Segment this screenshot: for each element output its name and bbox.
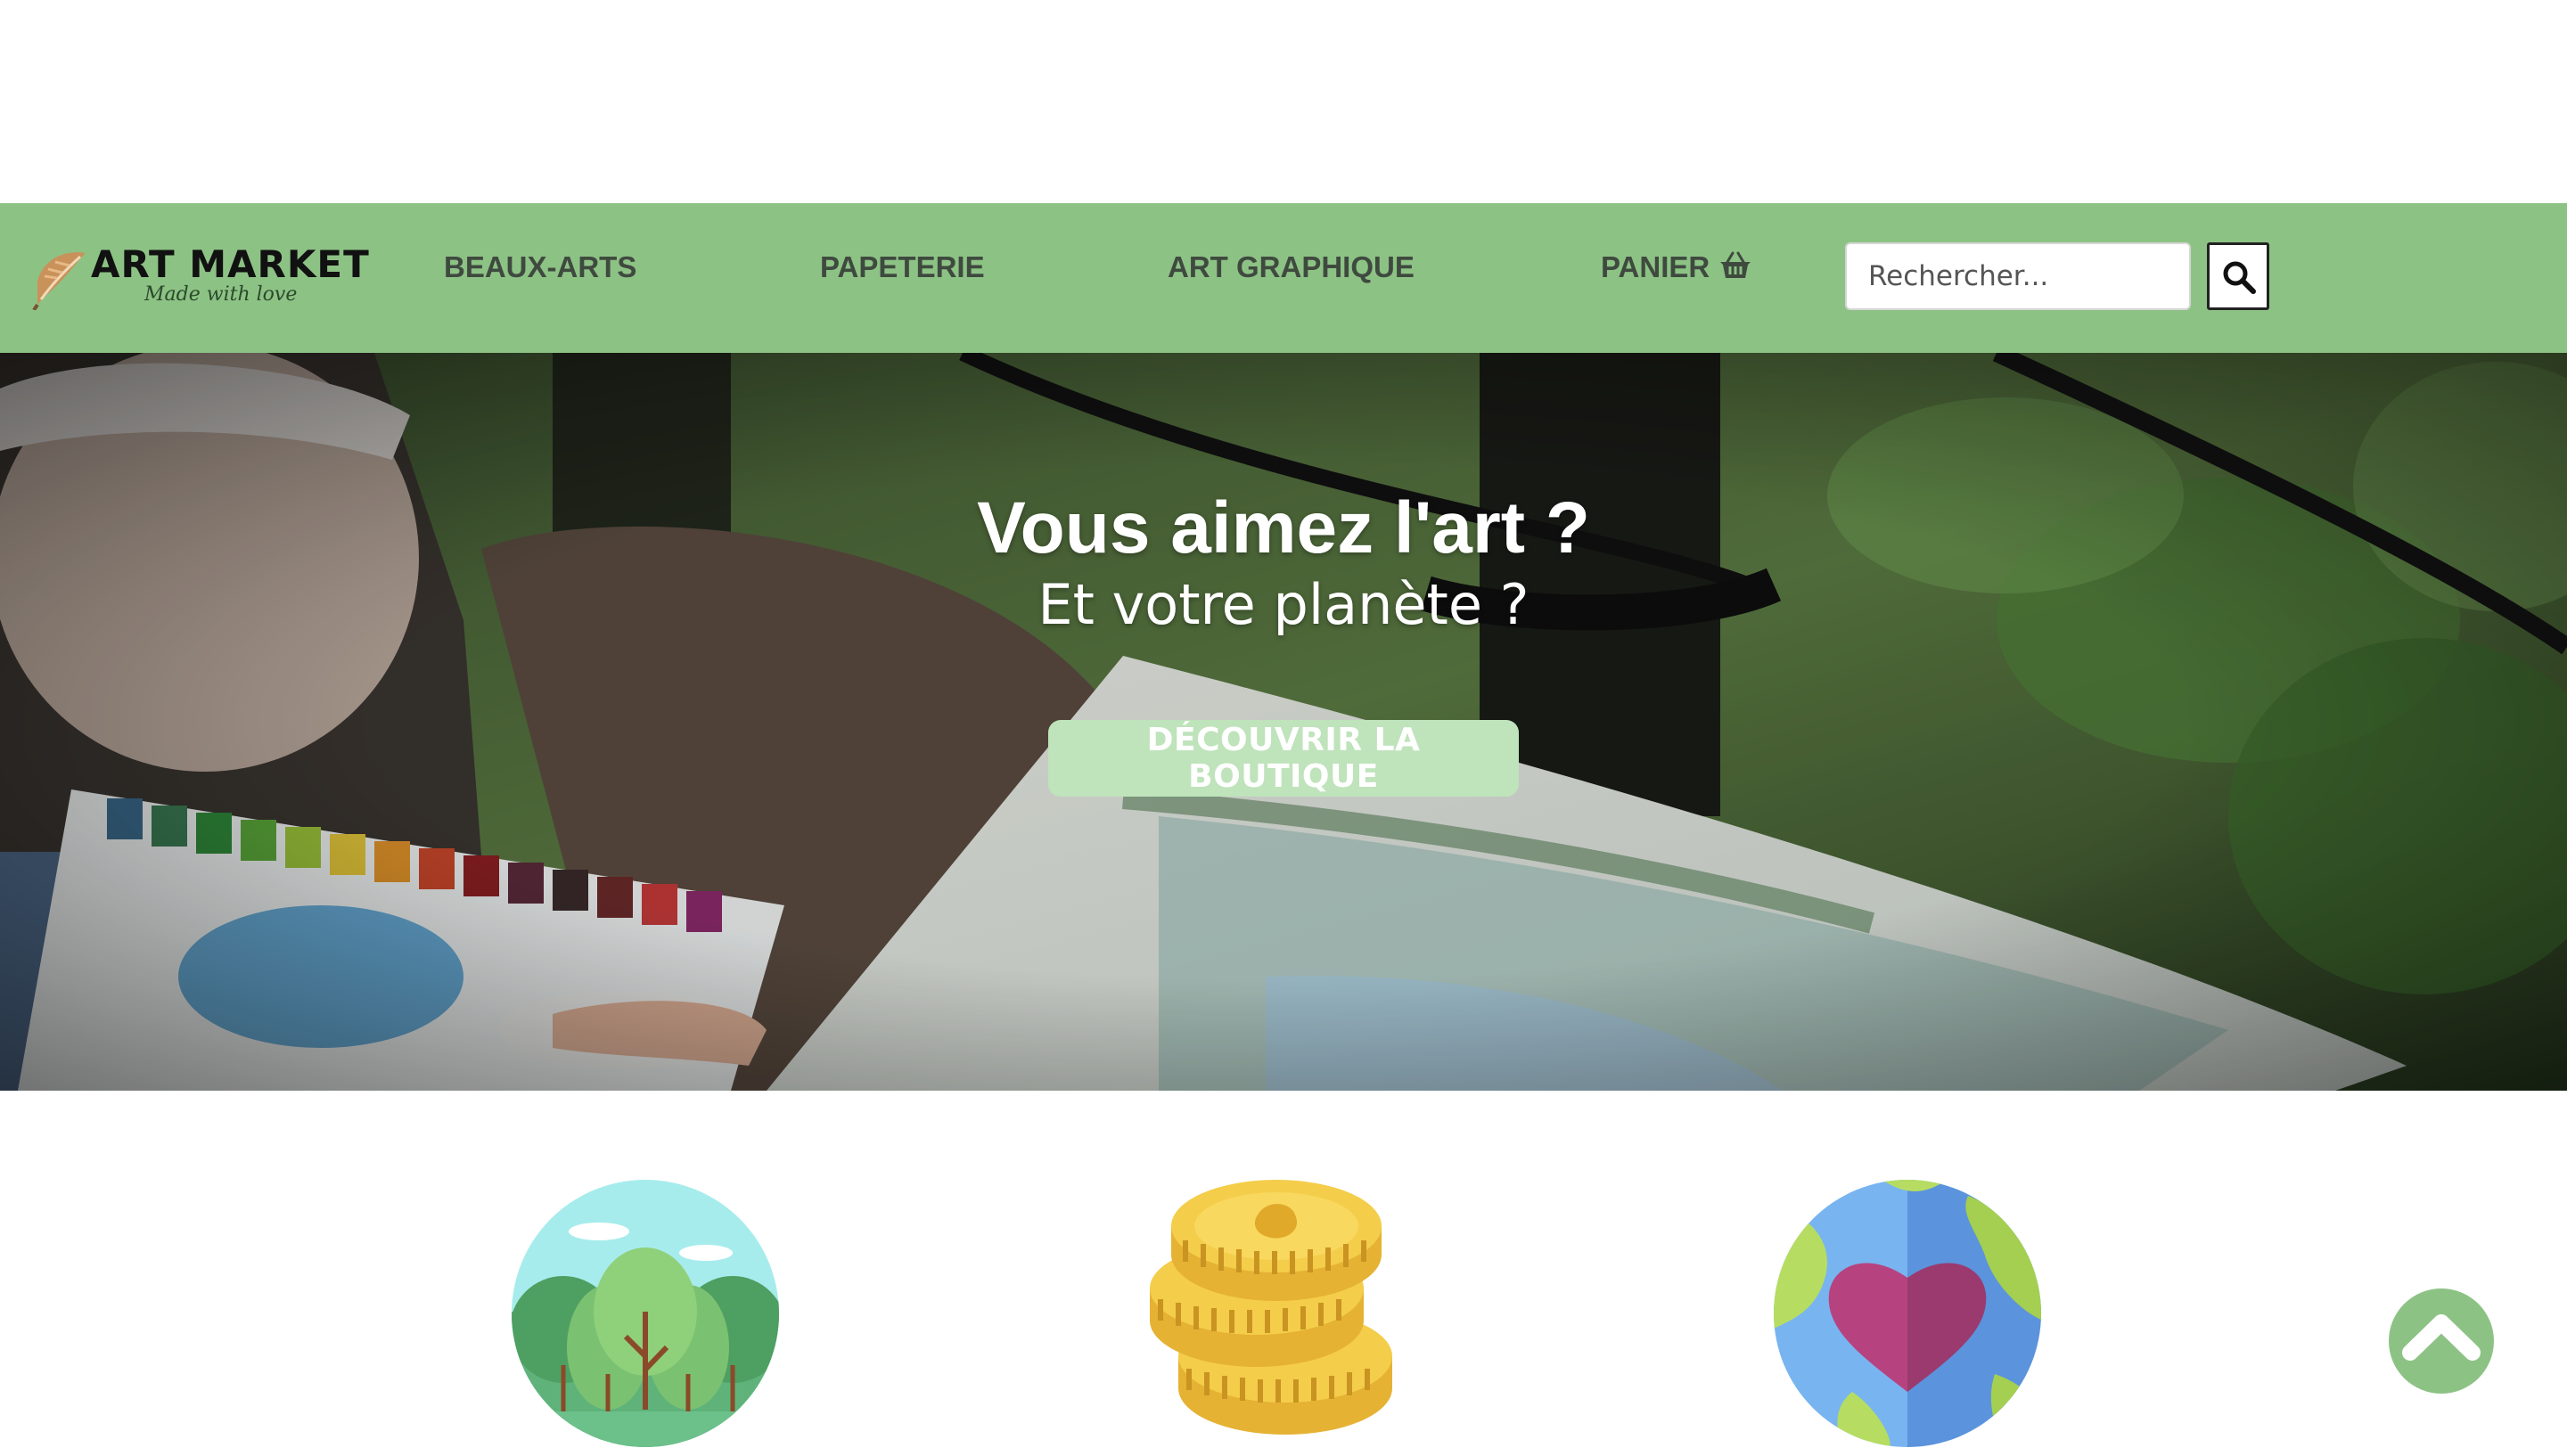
coins-icon <box>1150 1180 1392 1435</box>
hero-banner: Vous aimez l'art ? Et votre planète ? DÉ… <box>0 353 2567 1091</box>
forest-icon <box>512 1180 779 1447</box>
hero-subtitle: Et votre planète ? <box>1037 572 1530 637</box>
feature-heart-earth <box>1772 1178 2043 1449</box>
feature-forest <box>510 1178 781 1449</box>
search-button[interactable] <box>2207 242 2269 310</box>
brand-name: ART MARKET <box>91 242 370 286</box>
search-input[interactable] <box>1845 242 2191 310</box>
basket-icon <box>1720 251 1751 278</box>
heart-earth-icon <box>1774 1180 2041 1447</box>
feather-icon <box>32 252 86 310</box>
nav-art-graphique[interactable]: ART GRAPHIQUE <box>1168 203 1415 353</box>
nav-papeterie[interactable]: PAPETERIE <box>820 203 985 353</box>
nav-panier[interactable]: PANIER <box>1601 203 1752 353</box>
hero-title: Vous aimez l'art ? <box>977 487 1590 568</box>
brand-tagline: Made with love <box>144 283 298 306</box>
discover-shop-button[interactable]: DÉCOUVRIR LA BOUTIQUE <box>1048 720 1519 797</box>
main-navbar: ART MARKET Made with love BEAUX-ARTS PAP… <box>0 203 2567 353</box>
search-icon <box>2223 261 2256 294</box>
nav-beaux-arts[interactable]: BEAUX-ARTS <box>444 203 636 353</box>
chevron-up-icon <box>2402 1314 2481 1361</box>
feature-coins <box>1134 1178 1405 1449</box>
brand-logo[interactable]: ART MARKET Made with love <box>30 242 369 328</box>
back-to-top-button[interactable] <box>2389 1288 2494 1394</box>
nav-panier-label: PANIER <box>1601 250 1710 283</box>
